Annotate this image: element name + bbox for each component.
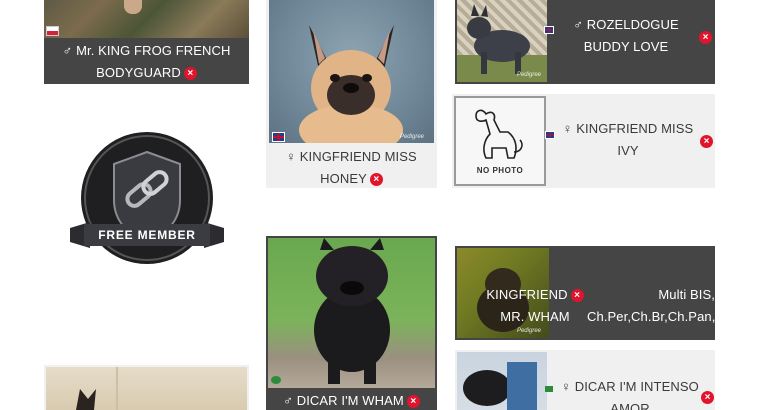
remove-icon[interactable]: × <box>369 173 383 187</box>
no-photo-label: NO PHOTO <box>476 166 524 175</box>
remove-icon[interactable]: × <box>183 67 197 81</box>
shield-badge-icon <box>70 132 224 264</box>
dog-photo[interactable] <box>268 238 435 388</box>
dog-photo[interactable]: Pedigree <box>269 0 434 143</box>
remove-icon[interactable]: × <box>406 395 420 409</box>
remove-icon[interactable]: × <box>701 391 714 404</box>
dog-card-mr-wham[interactable]: Pedigree KINGFRIEND × MR. WHAM Multi BIS,… <box>455 246 715 340</box>
watermark-icon: Pedigree <box>516 328 541 334</box>
dog-name-line2[interactable]: HONEY <box>320 171 367 186</box>
dog-card-king-frog[interactable]: ♂ Mr. KING FROG FRENCH BODYGUARD × <box>44 0 249 84</box>
remove-icon[interactable]: × <box>699 31 712 44</box>
french-bulldog-fawn-image <box>299 25 403 143</box>
flag-brazil-icon <box>271 376 281 384</box>
dog-titles-line1: Multi BIS, <box>658 287 715 302</box>
dog-name-line2[interactable]: BODYGUARD <box>96 65 181 80</box>
remove-icon[interactable]: × <box>570 289 584 303</box>
free-member-badge: FREE MEMBER <box>68 130 226 270</box>
french-bulldog-brindle-image <box>457 4 547 82</box>
dog-name[interactable]: ♂ DICAR I'M WHAM <box>283 393 404 408</box>
remove-icon[interactable]: × <box>700 135 713 148</box>
dog-photo[interactable] <box>44 0 249 38</box>
french-bulldog-puppy-image <box>76 367 118 410</box>
dog-name-line1[interactable]: ♀ KINGFRIEND MISS <box>563 121 694 136</box>
dog-name-line1[interactable]: ♀ DICAR I'M INTENSO <box>561 379 699 394</box>
dog-name-line2[interactable]: IVY <box>617 143 638 158</box>
dog-silhouette-icon <box>475 109 523 159</box>
watermark-icon: Pedigree <box>516 72 541 78</box>
dog-name-line2[interactable]: MR. WHAM <box>500 309 569 324</box>
flag-uk-icon <box>272 132 285 142</box>
french-bulldog-black-image <box>314 238 390 384</box>
dog-name-line1[interactable]: ♂ ROZELDOGUE <box>573 17 679 32</box>
french-bulldog-held-image <box>463 362 537 410</box>
dog-name-line1[interactable]: ♀ KINGFRIEND MISS <box>286 149 417 164</box>
dog-photo[interactable]: Pedigree <box>457 0 547 82</box>
dog-name-line2[interactable]: BUDDY LOVE <box>584 39 669 54</box>
dog-card-ivy[interactable]: NO PHOTO ♀ KINGFRIEND MISS IVY × <box>452 94 715 188</box>
dog-card-wham[interactable]: ♂ DICAR I'M WHAM × <box>266 236 437 410</box>
badge-label: FREE MEMBER <box>98 228 196 242</box>
flag-brazil-icon <box>545 386 553 392</box>
dog-name-line1[interactable]: KINGFRIEND <box>486 287 567 302</box>
dog-photo[interactable] <box>46 367 247 410</box>
flag-poland-icon <box>46 26 59 36</box>
dog-name-line1[interactable]: ♂ Mr. KING FROG FRENCH <box>63 43 231 58</box>
dog-card-honey[interactable]: Pedigree ♀ KINGFRIEND MISS HONEY × <box>266 0 437 188</box>
dog-name-line2[interactable]: AMOR <box>610 401 649 410</box>
dog-card-intenso[interactable]: ♀ DICAR I'M INTENSO AMOR × <box>455 350 715 410</box>
watermark-icon: Pedigree <box>399 134 424 140</box>
dog-card-bottom-left[interactable] <box>44 365 249 410</box>
no-photo-placeholder[interactable]: NO PHOTO <box>454 96 546 186</box>
dog-titles-line2: Ch.Per,Ch.Br,Ch.Pan,( <box>587 309 715 324</box>
dog-card-buddy-love[interactable]: Pedigree ♂ ROZELDOGUE BUDDY LOVE × <box>455 0 715 84</box>
dog-photo[interactable] <box>457 352 547 410</box>
